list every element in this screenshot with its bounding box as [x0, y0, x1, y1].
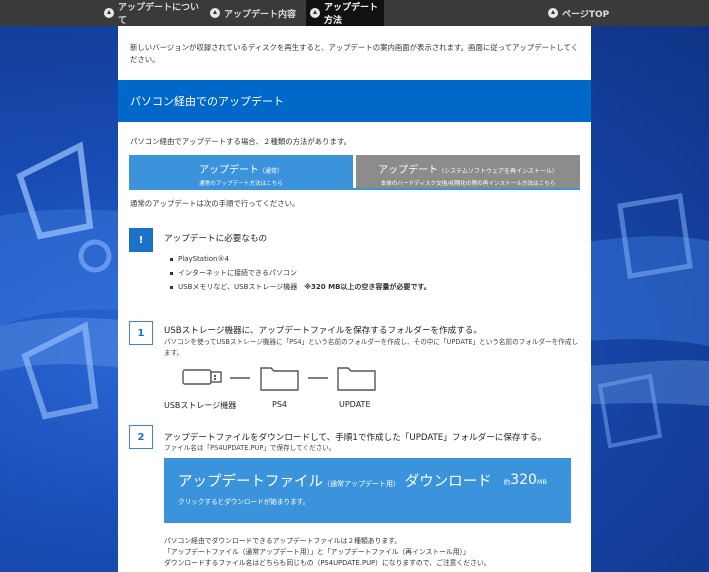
- chevron-up-circle-icon: [210, 8, 220, 18]
- nav-update-content-label: アップデート内容: [224, 9, 297, 20]
- usb-drive-icon: [182, 369, 222, 385]
- exclamation-badge-icon: !: [129, 228, 153, 252]
- download-title: アップデートファイル（通常アップデート用） ダウンロード: [178, 474, 492, 490]
- step-2-title: アップデートファイルをダウンロードして、手順1で作成した「UPDATE」フォルダ…: [164, 433, 547, 443]
- note-line: 「アップデートファイル（通常アップデート用）」と「アップデートファイル（再インス…: [164, 548, 470, 556]
- tab-reinstall-update[interactable]: アップデート（システムソフトウェアを再インストール） 本体のハードディスク交換/…: [356, 155, 580, 188]
- list-item: インターネットに接続できるパソコン: [170, 266, 431, 280]
- capacity-note: ※320 MB以上の空き容量が必要です。: [304, 283, 431, 291]
- download-size: 約320MB: [503, 472, 547, 488]
- note-line: ダウンロードするファイル名はどちらも同じもの（PS4UPDATE.PUP）になり…: [164, 559, 491, 567]
- chevron-up-circle-icon: [310, 8, 320, 18]
- nav-page-top-label: ページTOP: [562, 9, 610, 20]
- nav-about-update[interactable]: アップデートについて: [96, 0, 202, 26]
- top-navigation: アップデートについて アップデート内容 アップデート方法 ページTOP: [0, 0, 709, 26]
- section-heading: パソコン経由でのアップデート: [118, 80, 591, 122]
- normal-update-text: 通常のアップデートは次の手順で行ってください。: [130, 199, 300, 208]
- method-tabs: アップデート（通常） 通常のアップデート方法はこちら アップデート（システムソフ…: [129, 155, 580, 190]
- nav-update-content[interactable]: アップデート内容: [202, 0, 306, 26]
- content-panel: 新しいバージョンが収録されているディスクを再生すると、アップデートの案内画面が表…: [118, 26, 591, 572]
- ps4-folder-label: PS4: [272, 400, 287, 409]
- tab-normal-update[interactable]: アップデート（通常） 通常のアップデート方法はこちら: [129, 155, 353, 188]
- tab-normal-title: アップデート（通常）: [198, 165, 283, 176]
- intro-text: 新しいバージョンが収録されているディスクを再生すると、アップデートの案内画面が表…: [130, 43, 579, 64]
- tab-reinstall-sub: 本体のハードディスク交換/初期化の際の再インストール方法はこちら: [380, 181, 556, 187]
- tab-underline: [129, 188, 580, 190]
- usb-label: USBストレージ機器: [164, 401, 237, 410]
- nav-update-method[interactable]: アップデート方法: [306, 0, 384, 26]
- step-1-badge: 1: [129, 321, 153, 345]
- download-button[interactable]: アップデートファイル（通常アップデート用） ダウンロード 約320MB クリック…: [164, 458, 571, 523]
- notes: パソコン経由でダウンロードできるアップデートファイルは２種類あります。 「アップ…: [164, 536, 584, 569]
- requirements-title: アップデートに必要なもの: [164, 234, 268, 244]
- tab-normal-sub: 通常のアップデート方法はこちら: [199, 181, 283, 187]
- folder-illustration: USBストレージ機器 PS4 UPDATE: [158, 362, 388, 412]
- download-sub: クリックするとダウンロードが始まります。: [178, 498, 310, 506]
- chevron-up-circle-icon: [104, 8, 114, 18]
- step-2-badge: 2: [129, 425, 153, 449]
- section-title: パソコン経由でのアップデート: [130, 95, 284, 108]
- chevron-up-circle-icon: [548, 8, 558, 18]
- methods-text: パソコン経由でアップデートする場合、２種類の方法があります。: [130, 137, 351, 146]
- tab-reinstall-title: アップデート（システムソフトウェアを再インストール）: [378, 165, 558, 176]
- nav-about-update-label: アップデートについて: [118, 3, 200, 26]
- folder-icon: [260, 367, 299, 391]
- step-2-sub: ファイル名は「PS4UPDATE.PUP」で保存してください。: [164, 444, 336, 452]
- nav-page-top[interactable]: ページTOP: [548, 0, 638, 26]
- list-item: USBメモリなど、USBストレージ機器 ※320 MB以上の空き容量が必要です。: [170, 280, 431, 294]
- folder-icon: [337, 367, 376, 391]
- requirements-list: PlayStation®4 インターネットに接続できるパソコン USBメモリなど…: [170, 252, 431, 294]
- update-folder-label: UPDATE: [339, 400, 371, 409]
- nav-update-method-label: アップデート方法: [324, 3, 379, 26]
- list-item: PlayStation®4: [170, 252, 431, 266]
- note-line: パソコン経由でダウンロードできるアップデートファイルは２種類あります。: [164, 537, 402, 545]
- step-1-sub: パソコンを使ってUSBストレージ機器に「PS4」という名前のフォルダーを作成し、…: [164, 338, 579, 357]
- step-1-title: USBストレージ機器に、アップデートファイルを保存するフォルダーを作成する。: [164, 326, 482, 336]
